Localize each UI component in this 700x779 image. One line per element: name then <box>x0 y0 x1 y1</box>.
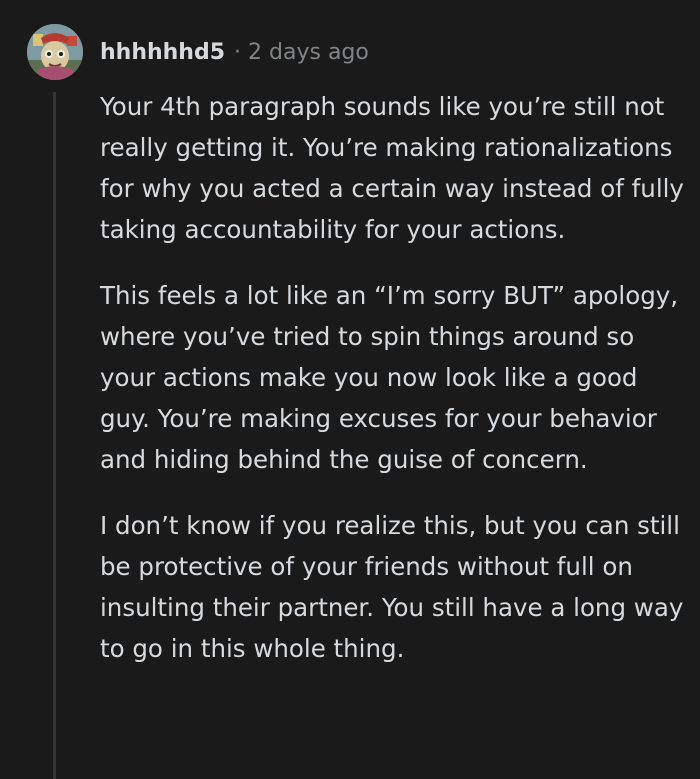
username-link[interactable]: hhhhhhd5 <box>100 40 225 65</box>
comment-timestamp: 2 days ago <box>248 39 369 65</box>
meta-separator: · <box>234 39 242 65</box>
comment-paragraph: Your 4th paragraph sounds like you’re st… <box>100 92 684 244</box>
user-avatar-icon[interactable] <box>27 24 83 80</box>
comment-body: Your 4th paragraph sounds like you’re st… <box>100 86 685 694</box>
comment-paragraph: This feels a lot like an “I’m sorry BUT”… <box>100 281 679 474</box>
comment-paragraph: I don’t know if you realize this, but yo… <box>100 511 684 663</box>
avatar-image <box>27 24 83 80</box>
comment: hhhhhhd5 · 2 days ago Your 4th paragraph… <box>0 0 700 779</box>
comment-meta: hhhhhhd5 · 2 days ago <box>100 36 369 68</box>
thread-collapse-line[interactable] <box>53 92 56 779</box>
